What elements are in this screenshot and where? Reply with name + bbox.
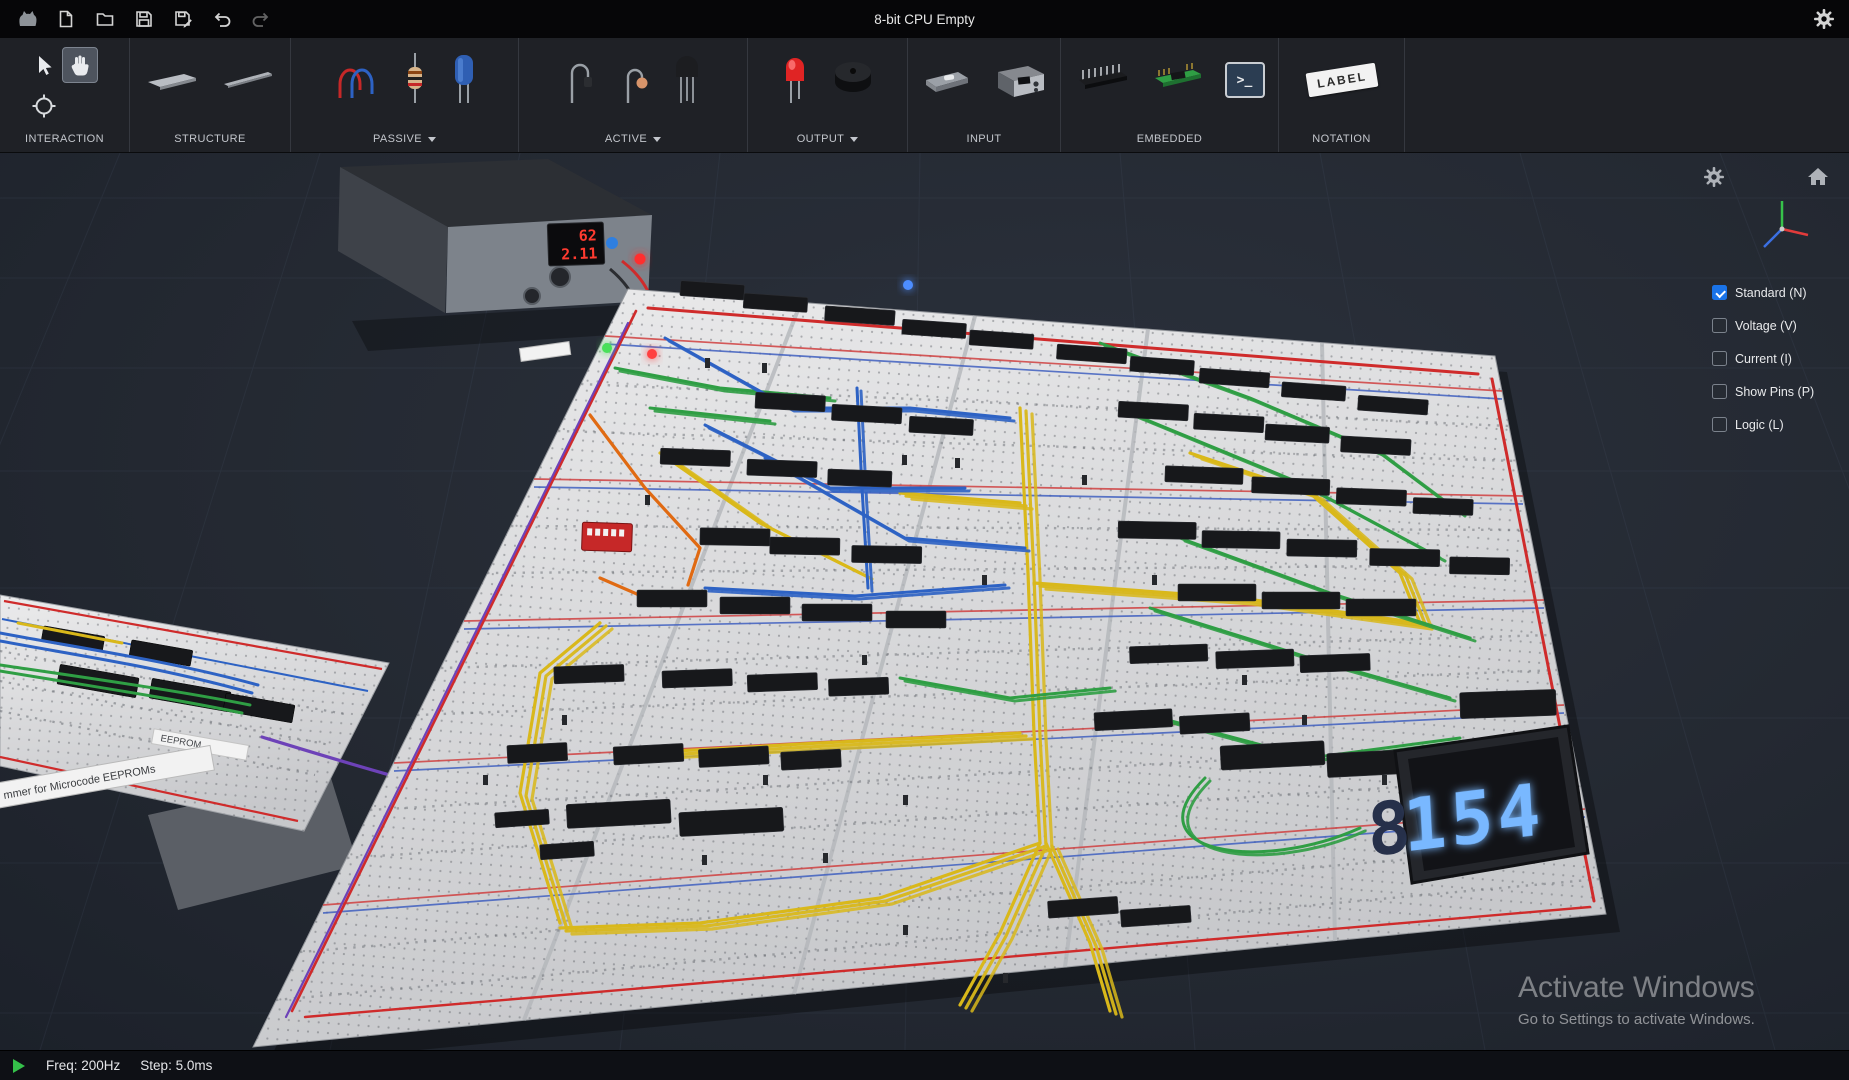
segment-value: 154 bbox=[1401, 767, 1546, 868]
toolbar-section-output: OUTPUT bbox=[748, 38, 908, 152]
section-label-input: INPUT bbox=[967, 133, 1002, 145]
open-folder-icon[interactable] bbox=[94, 8, 116, 30]
show-pins-label: Show Pins (P) bbox=[1735, 385, 1814, 399]
passive-dropdown-caret[interactable] bbox=[428, 137, 436, 142]
show-pins-checkbox bbox=[1712, 384, 1727, 399]
section-label-structure: STRUCTURE bbox=[174, 133, 245, 145]
dip-chip-icon[interactable] bbox=[1075, 58, 1131, 103]
blue-led[interactable] bbox=[903, 280, 913, 290]
play-button[interactable] bbox=[12, 1058, 26, 1074]
jumper-wire-icon[interactable] bbox=[332, 52, 380, 109]
toolbar-section-input: INPUT bbox=[908, 38, 1061, 152]
current-checkbox bbox=[1712, 351, 1727, 366]
title-bar: 8-bit CPU Empty bbox=[0, 0, 1849, 38]
buzzer-icon[interactable] bbox=[830, 55, 876, 106]
terminal-icon[interactable]: >_ bbox=[1225, 62, 1265, 98]
toolbar-section-embedded: >_ EMBEDDED bbox=[1061, 38, 1279, 152]
green-led[interactable] bbox=[602, 343, 612, 353]
small-signal-component-icon[interactable] bbox=[618, 51, 650, 110]
logic-checkbox bbox=[1712, 417, 1727, 432]
section-label-interaction: INTERACTION bbox=[25, 133, 104, 145]
capacitor-icon[interactable] bbox=[450, 51, 478, 110]
led-icon[interactable] bbox=[780, 51, 810, 110]
toolbar-section-active: ACTIVE bbox=[519, 38, 748, 152]
option-show-pins[interactable]: Show Pins (P) bbox=[1712, 382, 1814, 401]
option-current[interactable]: Current (I) bbox=[1712, 349, 1814, 368]
toolbar-section-structure: STRUCTURE bbox=[130, 38, 291, 152]
output-dropdown-caret[interactable] bbox=[850, 137, 858, 142]
toolbar-section-passive: PASSIVE bbox=[291, 38, 519, 152]
section-label-output[interactable]: OUTPUT bbox=[797, 133, 845, 145]
hand-tool[interactable] bbox=[62, 47, 98, 83]
breadboard-strip-icon[interactable] bbox=[144, 60, 200, 101]
current-label: Current (I) bbox=[1735, 352, 1792, 366]
section-label-active[interactable]: ACTIVE bbox=[605, 133, 647, 145]
sim-step: Step: 5.0ms bbox=[140, 1058, 212, 1073]
standard-checkbox bbox=[1712, 285, 1727, 300]
settings-gear-icon[interactable] bbox=[1813, 8, 1835, 30]
option-voltage[interactable]: Voltage (V) bbox=[1712, 316, 1814, 335]
component-toolbar: INTERACTION STRUCTURE bbox=[0, 38, 1849, 153]
app-logo-icon bbox=[16, 8, 38, 30]
psu-blue-button[interactable] bbox=[606, 237, 618, 249]
voltage-checkbox bbox=[1712, 318, 1727, 333]
standard-label: Standard (N) bbox=[1735, 286, 1807, 300]
power-supply-icon[interactable] bbox=[992, 56, 1048, 105]
undo-icon[interactable] bbox=[211, 8, 233, 30]
psu-led bbox=[635, 254, 646, 265]
breadboard-rail-icon[interactable] bbox=[220, 60, 276, 101]
breadboard-scene[interactable]: EEPROM mmer for Microcode EEPROMs 62 2.1… bbox=[0, 153, 1849, 1050]
transistor-icon[interactable] bbox=[670, 51, 704, 110]
status-bar: Freq: 200Hz Step: 5.0ms bbox=[0, 1050, 1849, 1080]
new-file-icon[interactable] bbox=[55, 8, 77, 30]
psu-display-line1: 62 bbox=[578, 226, 597, 245]
resistor-icon[interactable] bbox=[400, 51, 430, 110]
section-label-notation: NOTATION bbox=[1312, 133, 1370, 145]
diode-icon[interactable] bbox=[562, 51, 598, 110]
cursor-tool[interactable] bbox=[26, 47, 62, 83]
small-tag[interactable] bbox=[519, 342, 570, 362]
save-as-icon[interactable] bbox=[172, 8, 194, 30]
psu-display-line2: 2.11 bbox=[561, 244, 598, 263]
section-label-passive[interactable]: PASSIVE bbox=[373, 133, 422, 145]
axis-gizmo[interactable] bbox=[1752, 195, 1816, 264]
label-tag-text: LABEL bbox=[1316, 69, 1368, 91]
option-standard[interactable]: Standard (N) bbox=[1712, 283, 1814, 302]
option-logic[interactable]: Logic (L) bbox=[1712, 415, 1814, 434]
label-tag-icon[interactable]: LABEL bbox=[1305, 63, 1378, 98]
rotate-tool[interactable] bbox=[26, 88, 62, 124]
redo-icon[interactable] bbox=[250, 8, 272, 30]
terminal-glyph: >_ bbox=[1237, 73, 1253, 88]
logic-label: Logic (L) bbox=[1735, 418, 1784, 432]
section-label-embedded: EMBEDDED bbox=[1137, 133, 1203, 145]
voltage-label: Voltage (V) bbox=[1735, 319, 1797, 333]
psu-knob[interactable] bbox=[550, 267, 570, 287]
save-icon[interactable] bbox=[133, 8, 155, 30]
toolbar-section-interaction: INTERACTION bbox=[0, 38, 130, 152]
toolbar-filler bbox=[1405, 38, 1849, 152]
psu-knob-2[interactable] bbox=[524, 288, 540, 304]
dip-switch[interactable] bbox=[582, 522, 633, 552]
red-led[interactable] bbox=[647, 349, 657, 359]
viewport-settings-gear-icon[interactable] bbox=[1702, 165, 1726, 189]
active-dropdown-caret[interactable] bbox=[653, 137, 661, 142]
switch-icon[interactable] bbox=[920, 58, 972, 103]
window-title: 8-bit CPU Empty bbox=[0, 12, 1849, 27]
sim-frequency: Freq: 200Hz bbox=[46, 1058, 120, 1073]
display-options-panel: Standard (N) Voltage (V) Current (I) Sho… bbox=[1712, 283, 1814, 434]
viewport-3d-canvas[interactable]: EEPROM mmer for Microcode EEPROMs 62 2.1… bbox=[0, 153, 1849, 1050]
toolbar-section-notation: LABEL NOTATION bbox=[1279, 38, 1405, 152]
home-view-icon[interactable] bbox=[1806, 165, 1830, 189]
microcontroller-icon[interactable] bbox=[1151, 58, 1205, 103]
